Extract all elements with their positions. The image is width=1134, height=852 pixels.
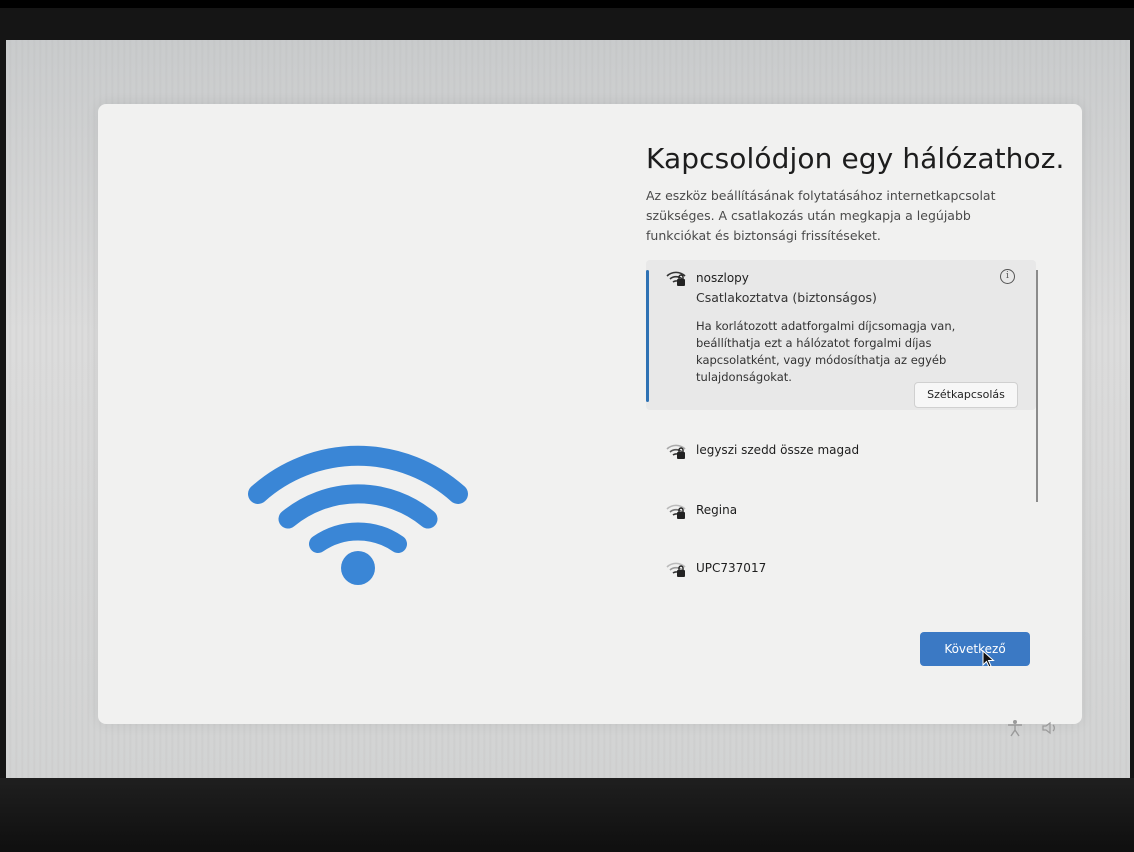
wifi-illustration-icon: [248, 445, 468, 585]
selection-indicator: [646, 270, 649, 402]
next-button[interactable]: Következő: [920, 632, 1030, 666]
monitor-bezel: [0, 778, 1134, 852]
wifi-secured-icon: [666, 504, 686, 519]
network-name: noszlopy: [696, 271, 749, 285]
network-name: Regina: [696, 503, 738, 517]
mouse-pointer-icon: [982, 650, 995, 668]
network-item[interactable]: Regina: [646, 492, 1036, 528]
info-icon[interactable]: i: [1000, 269, 1015, 284]
network-name: legyszi szedd össze magad: [696, 443, 860, 457]
system-tray: [1008, 720, 1055, 737]
volume-icon[interactable]: [1042, 721, 1055, 735]
network-list-scrollbar[interactable]: [1036, 270, 1038, 502]
network-list: noszlopy Csatlakoztatva (biztonságos) i …: [646, 260, 1044, 610]
disconnect-button[interactable]: Szétkapcsolás: [914, 382, 1018, 408]
network-name: UPC737017: [696, 561, 767, 575]
network-item[interactable]: UPC737017: [646, 550, 1036, 586]
photo-frame-top: [0, 0, 1134, 8]
metered-connection-note: Ha korlátozott adatforgalmi díjcsomagja …: [696, 319, 956, 384]
page-description: Az eszköz beállításának folytatásához in…: [646, 188, 996, 243]
oobe-dialog: Kapcsolódjon egy hálózathoz. Az eszköz b…: [98, 104, 1082, 724]
accessibility-icon[interactable]: [1008, 720, 1022, 737]
network-item-selected[interactable]: noszlopy Csatlakoztatva (biztonságos) i …: [646, 260, 1036, 410]
wifi-secured-icon: [666, 444, 686, 459]
page-title: Kapcsolódjon egy hálózathoz.: [646, 142, 1065, 175]
network-status: Csatlakoztatva (biztonságos): [696, 290, 877, 305]
wifi-secured-icon: [666, 562, 686, 577]
network-item[interactable]: legyszi szedd össze magad: [646, 432, 1036, 468]
wifi-secured-icon: [666, 271, 686, 286]
